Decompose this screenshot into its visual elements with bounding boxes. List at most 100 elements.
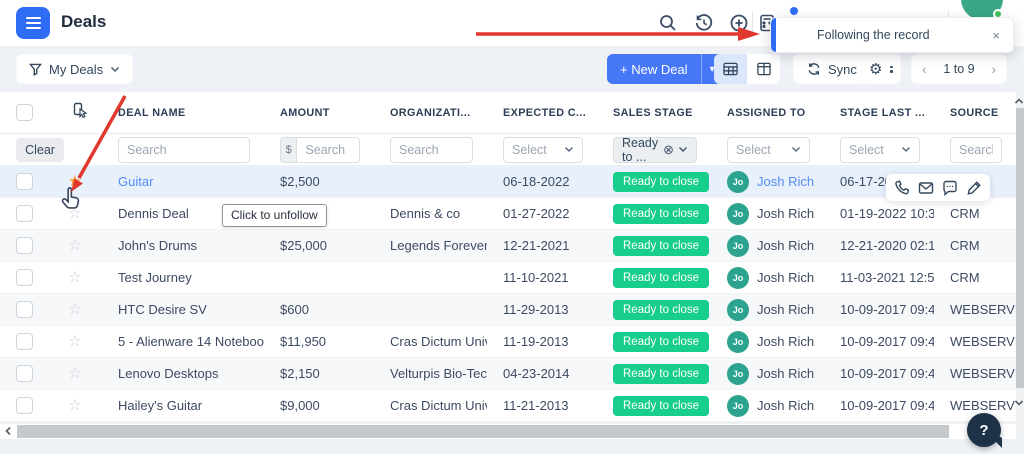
kanban-view-button[interactable]	[747, 54, 780, 84]
column-header-stage-last[interactable]: STAGE LAST ...	[824, 107, 934, 119]
chat-icon[interactable]	[942, 180, 958, 196]
source-filter-input[interactable]	[950, 136, 1002, 163]
deal-name-cell[interactable]: Hailey's Guitar	[102, 398, 264, 413]
follow-star-icon[interactable]: ☆	[68, 269, 81, 286]
scroll-left-icon[interactable]	[3, 426, 13, 436]
assignee-name[interactable]: Josh Rich	[757, 334, 814, 349]
new-deal-split-button[interactable]: + New Deal ▾	[607, 54, 723, 84]
table-row[interactable]: ☆ Dennis Deal $5,400 Dennis & co 01-27-2…	[0, 198, 1016, 230]
organization-cell: Velturpis Bio-Tech	[390, 366, 487, 381]
follow-star-icon[interactable]: ☆	[68, 397, 81, 414]
follow-star-icon[interactable]: ☆	[68, 205, 81, 222]
column-header-sales-stage[interactable]: SALES STAGE	[597, 107, 711, 119]
organization-filter-input[interactable]	[390, 136, 473, 163]
table-row[interactable]: ☆ HTC Desire SV $600 11-29-2013 Ready to…	[0, 294, 1016, 326]
sales-stage-filter-select[interactable]: Ready to ... ⊗	[613, 136, 697, 164]
column-header-assigned-to[interactable]: ASSIGNED TO	[711, 107, 824, 119]
deal-name-cell[interactable]: Test Journey	[102, 270, 264, 285]
deal-name-cell[interactable]: Lenovo Desktops	[102, 366, 264, 381]
clear-filters-button[interactable]: Clear	[16, 137, 64, 162]
deal-name-cell[interactable]: Guitar	[102, 174, 264, 189]
column-header-amount[interactable]: AMOUNT	[264, 107, 374, 119]
sales-stage-badge: Ready to close	[613, 267, 710, 288]
assignee-name[interactable]: Josh Rich	[757, 206, 814, 221]
phone-icon[interactable]	[894, 179, 910, 196]
new-deal-button[interactable]: + New Deal	[607, 62, 701, 77]
table-row[interactable]: ☆ Hailey's Guitar $9,000 Cras Dictum Uni…	[0, 390, 1016, 422]
expected-close-cell: 11-19-2013	[503, 334, 569, 349]
expected-close-filter-select[interactable]: Select	[503, 136, 583, 163]
table-view-button[interactable]	[714, 54, 747, 84]
horizontal-scrollbar[interactable]	[0, 424, 1016, 439]
assignee-name[interactable]: Josh Rich	[757, 398, 814, 413]
automation-settings-button[interactable]: ⚙	[861, 54, 901, 84]
row-checkbox[interactable]	[16, 301, 33, 318]
follow-star-icon[interactable]: ☆	[68, 237, 81, 254]
amount-cell: $9,000	[280, 398, 320, 413]
column-header-organization[interactable]: ORGANIZATI...	[374, 107, 487, 119]
horizontal-scrollbar-thumb[interactable]	[17, 425, 949, 438]
row-checkbox[interactable]	[16, 173, 33, 190]
history-icon[interactable]	[694, 13, 714, 33]
assigned-to-filter-select[interactable]: Select	[727, 136, 810, 163]
stage-last-filter-select[interactable]: Select	[840, 136, 920, 163]
search-icon[interactable]	[658, 13, 678, 33]
sales-stage-badge: Ready to close	[613, 363, 710, 384]
deal-name-cell[interactable]: 5 - Alienware 14 Notebooks	[102, 334, 264, 349]
row-checkbox[interactable]	[16, 237, 33, 254]
table-row[interactable]: ☆ Lenovo Desktops $2,150 Velturpis Bio-T…	[0, 358, 1016, 390]
amount-cell: $600	[280, 302, 309, 317]
select-all-checkbox[interactable]	[16, 104, 33, 121]
table-row[interactable]: ☆ Test Journey 11-10-2021 Ready to close…	[0, 262, 1016, 294]
assignee-avatar: Jo	[727, 202, 749, 225]
follow-star-icon[interactable]: ☆	[68, 365, 81, 382]
row-checkbox[interactable]	[16, 269, 33, 286]
assignee-name[interactable]: Josh Rich	[757, 174, 814, 189]
edit-icon[interactable]	[966, 180, 982, 196]
row-checkbox[interactable]	[16, 333, 33, 350]
column-header-source[interactable]: SOURCE	[934, 107, 1016, 119]
scroll-up-icon[interactable]	[1014, 96, 1024, 106]
my-deals-filter-button[interactable]: My Deals	[16, 54, 134, 84]
table-row[interactable]: ☆ 5 - Alienware 14 Notebooks $11,950 Cra…	[0, 326, 1016, 358]
assignee-name[interactable]: Josh Rich	[757, 302, 814, 317]
table-row[interactable]: ★ Guitar $2,500 06-18-2022 Ready to clos…	[0, 166, 1016, 198]
help-button[interactable]: ?	[967, 413, 1001, 447]
row-checkbox[interactable]	[16, 365, 33, 382]
email-icon[interactable]	[918, 180, 934, 196]
deal-name-cell[interactable]: HTC Desire SV	[102, 302, 264, 317]
table-view-icon	[723, 62, 738, 76]
follow-star-icon[interactable]: ☆	[68, 333, 81, 350]
page-next-icon[interactable]: ›	[991, 61, 996, 77]
assignee-avatar: Jo	[727, 298, 749, 321]
follow-star-icon[interactable]: ☆	[68, 301, 81, 318]
add-icon[interactable]	[729, 13, 749, 33]
stage-last-cell: 01-19-2022 10:37 AM	[840, 206, 934, 221]
deal-name-cell[interactable]: John's Drums	[102, 238, 264, 253]
sales-stage-filter-clear-icon[interactable]: ⊗	[663, 142, 674, 158]
column-header-expected-close[interactable]: EXPECTED C...	[487, 107, 597, 119]
chevron-down-icon	[901, 146, 911, 153]
follow-star-icon[interactable]: ★	[68, 173, 81, 190]
scroll-down-icon[interactable]	[1014, 398, 1024, 408]
table-row[interactable]: ☆ John's Drums $25,000 Legends Forever 1…	[0, 230, 1016, 262]
notification-close-icon[interactable]: ×	[992, 28, 1000, 43]
amount-filter-input[interactable]	[296, 136, 360, 163]
column-header-deal-name[interactable]: DEAL NAME	[102, 107, 264, 119]
row-checkbox[interactable]	[16, 397, 33, 414]
sync-button[interactable]: Sync	[793, 54, 871, 84]
deal-name-filter-input[interactable]	[118, 136, 250, 163]
vertical-scrollbar-thumb[interactable]	[1016, 108, 1024, 388]
vertical-scrollbar[interactable]	[1016, 92, 1024, 438]
expected-close-cell: 01-27-2022	[503, 206, 570, 221]
assignee-name[interactable]: Josh Rich	[757, 270, 814, 285]
row-actions-panel	[886, 174, 990, 201]
follow-column-icon	[73, 102, 88, 119]
row-checkbox[interactable]	[16, 205, 33, 222]
assignee-name[interactable]: Josh Rich	[757, 238, 814, 253]
hamburger-menu-button[interactable]	[16, 7, 50, 39]
page-prev-icon[interactable]: ‹	[922, 61, 927, 77]
assignee-name[interactable]: Josh Rich	[757, 366, 814, 381]
source-cell: WEBSERVICE	[950, 366, 1016, 381]
organization-cell: Cras Dictum Unive	[390, 398, 487, 413]
